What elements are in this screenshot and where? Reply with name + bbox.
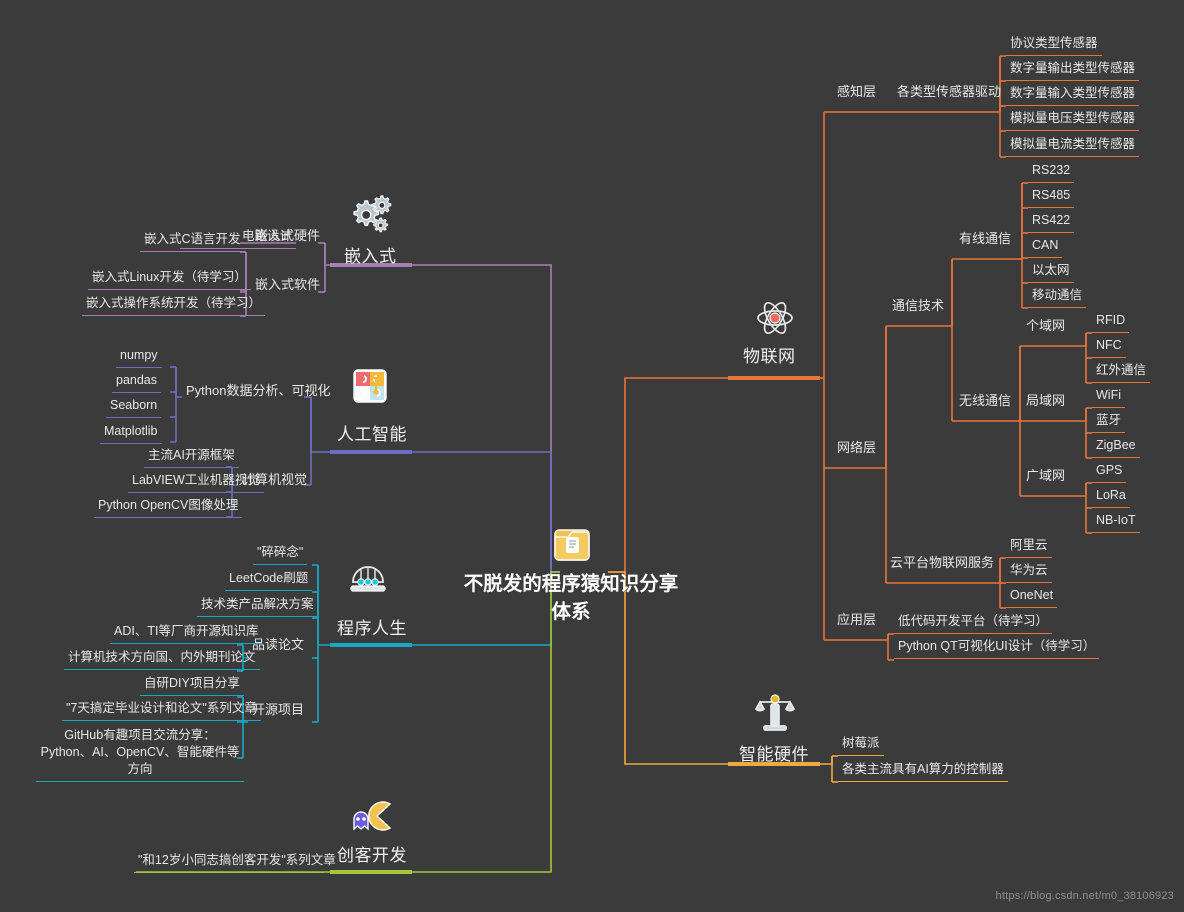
- node-wan[interactable]: 广域网: [1022, 468, 1065, 487]
- leaf-ai-frameworks[interactable]: 主流AI开源框架: [144, 448, 239, 468]
- branch-title-maker[interactable]: 创客开发: [337, 845, 407, 866]
- branch-title-iot[interactable]: 物联网: [743, 346, 796, 367]
- leaf-ethernet[interactable]: 以太网: [1028, 263, 1074, 283]
- leaf-wifi[interactable]: WiFi: [1092, 388, 1125, 408]
- leaf-matplotlib[interactable]: Matplotlib: [100, 424, 162, 444]
- leaf-sensor-analog-current[interactable]: 模拟量电流类型传感器: [1006, 137, 1140, 157]
- leaf-zigbee[interactable]: ZigBee: [1092, 438, 1140, 458]
- leaf-seaborn[interactable]: Seaborn: [106, 398, 162, 418]
- leaf-diy-projects[interactable]: 自研DIY项目分享: [140, 676, 244, 696]
- leaf-gps[interactable]: GPS: [1092, 463, 1127, 483]
- atom-icon: [755, 298, 795, 343]
- branch-title-life[interactable]: 程序人生: [337, 618, 407, 639]
- leaf-can[interactable]: CAN: [1028, 238, 1063, 258]
- center-title: 不脱发的程序猿知识分享体系: [463, 573, 679, 624]
- branch-title-ai[interactable]: 人工智能: [337, 424, 407, 445]
- leaf-nfc[interactable]: NFC: [1092, 338, 1126, 358]
- pacman-icon: [346, 797, 394, 842]
- node-python-data-analysis[interactable]: Python数据分析、可视化: [182, 383, 330, 402]
- leaf-bluetooth[interactable]: 蓝牙: [1092, 413, 1126, 433]
- leaf-embedded-linux[interactable]: 嵌入式Linux开发（待学习）: [88, 270, 251, 290]
- leaf-aliyun[interactable]: 阿里云: [1006, 538, 1052, 558]
- leaf-ai-controllers[interactable]: 各类主流具有AI算力的控制器: [838, 762, 1008, 782]
- leaf-mobile-comm[interactable]: 移动通信: [1028, 288, 1087, 308]
- leaf-nbiot[interactable]: NB-IoT: [1092, 513, 1140, 533]
- leaf-rs485[interactable]: RS485: [1028, 188, 1075, 208]
- puzzle-icon: [352, 368, 388, 409]
- leaf-lowcode-platform[interactable]: 低代码开发平台（待学习）: [894, 614, 1053, 634]
- node-cloud-iot-service[interactable]: 云平台物联网服务: [886, 555, 994, 574]
- leaf-maker-series-article[interactable]: "和12岁小同志搞创客开发"系列文章: [134, 853, 336, 873]
- node-wired-comm[interactable]: 有线通信: [955, 231, 1013, 250]
- node-network-layer[interactable]: 网络层: [826, 440, 880, 459]
- leaf-7day-thesis-series[interactable]: "7天搞定毕业设计和论文"系列文章: [62, 701, 261, 721]
- leaf-sensor-digital-in[interactable]: 数字量输入类型传感器: [1006, 86, 1140, 106]
- branch-title-hardware[interactable]: 智能硬件: [739, 744, 809, 765]
- leaf-labview-vision[interactable]: LabVIEW工业机器视觉: [128, 473, 264, 493]
- leaf-sensor-protocol[interactable]: 协议类型传感器: [1006, 36, 1102, 56]
- leaf-ramblings[interactable]: "碎碎念": [253, 545, 308, 565]
- leaf-sensor-digital-out[interactable]: 数字量输出类型传感器: [1006, 61, 1140, 81]
- leaf-leetcode[interactable]: LeetCode刷题: [225, 571, 313, 591]
- leaf-rfid[interactable]: RFID: [1092, 313, 1130, 333]
- leaf-embedded-os[interactable]: 嵌入式操作系统开发（待学习）: [82, 296, 266, 316]
- leaf-embedded-c[interactable]: 嵌入式C语言开发: [140, 232, 245, 252]
- leaf-raspberry-pi[interactable]: 树莓派: [838, 736, 884, 756]
- leaf-sensor-analog-voltage[interactable]: 模拟量电压类型传感器: [1006, 111, 1140, 131]
- folder-icon: [553, 526, 591, 569]
- node-lan[interactable]: 局域网: [1022, 393, 1065, 412]
- leaf-python-qt-ui[interactable]: Python QT可视化UI设计（待学习）: [894, 639, 1100, 659]
- leaf-github-sharing[interactable]: GitHub有趣项目交流分享：Python、AI、OpenCV、智能硬件等方向: [36, 727, 244, 782]
- node-perception-layer[interactable]: 感知层: [826, 84, 880, 103]
- balance-scale-icon: [754, 690, 796, 741]
- gears-icon: [350, 193, 394, 242]
- leaf-pandas[interactable]: pandas: [112, 373, 162, 393]
- node-sensor-drivers[interactable]: 各类型传感器驱动: [893, 84, 1001, 103]
- branch-title-embedded[interactable]: 嵌入式: [344, 246, 397, 267]
- leaf-onenet[interactable]: OneNet: [1006, 588, 1058, 608]
- newtons-cradle-icon: [346, 556, 390, 605]
- node-embedded-software[interactable]: 嵌入式软件: [240, 277, 324, 296]
- node-application-layer[interactable]: 应用层: [826, 612, 880, 631]
- leaf-opencv-imaging[interactable]: Python OpenCV图像处理: [94, 498, 243, 518]
- mindmap-canvas: 不脱发的程序猿知识分享体系 物联网 感知层 各类型传感器驱动 协议类型传感器 数…: [0, 0, 1184, 912]
- leaf-cs-journals[interactable]: 计算机技术方向国、内外期刊论文: [64, 650, 260, 670]
- node-comm-tech[interactable]: 通信技术: [888, 298, 946, 317]
- watermark: https://blog.csdn.net/m0_38106923: [995, 890, 1174, 902]
- leaf-tech-product-solutions[interactable]: 技术类产品解决方案: [197, 597, 318, 617]
- node-wireless-comm[interactable]: 无线通信: [955, 393, 1013, 412]
- leaf-rs232[interactable]: RS232: [1028, 163, 1075, 183]
- leaf-adi-ti-knowledge[interactable]: ADI、TI等厂商开源知识库: [110, 624, 263, 644]
- leaf-rs422[interactable]: RS422: [1028, 213, 1075, 233]
- node-pan[interactable]: 个域网: [1022, 318, 1065, 337]
- leaf-numpy[interactable]: numpy: [116, 348, 162, 368]
- leaf-infrared[interactable]: 红外通信: [1092, 363, 1151, 383]
- leaf-huaweicloud[interactable]: 华为云: [1006, 563, 1052, 583]
- leaf-lora[interactable]: LoRa: [1092, 488, 1130, 508]
